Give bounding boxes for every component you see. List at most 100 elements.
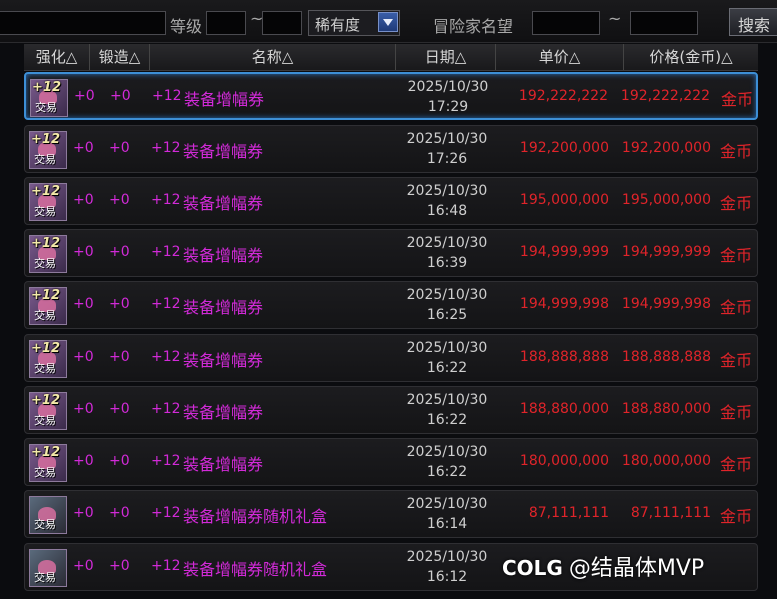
unit-price: 192,222,222 — [518, 88, 608, 104]
level-min-input[interactable] — [206, 11, 246, 35]
table-row[interactable]: +12 交易 +0 +0 +12 装备增幅券 2025/10/30 16:22 … — [24, 334, 758, 382]
time-text: 16:22 — [426, 464, 468, 480]
item-name: 装备增幅券 — [183, 142, 264, 161]
amplify-ticket-icon: +12 交易 — [29, 444, 67, 482]
item-name: 装备增幅券随机礼盒 — [183, 507, 328, 526]
item-name: 装备增幅券 — [184, 90, 265, 109]
icon-trade-label: 交易 — [34, 571, 56, 584]
unit-price: 194,999,998 — [519, 296, 609, 312]
reinforce-value: +0 — [73, 192, 94, 208]
amplify-value: +12 — [151, 453, 181, 469]
table-row[interactable]: +12 交易 +0 +0 +12 装备增幅券 2025/10/30 16:25 … — [24, 281, 758, 329]
forge-value: +0 — [109, 244, 130, 260]
icon-trade-label: 交易 — [34, 257, 56, 270]
unit-price: 195,000,000 — [519, 192, 609, 208]
time-text: 16:12 — [426, 569, 468, 585]
date-text: 2025/10/30 — [406, 287, 488, 303]
gold-currency-label: 金币 — [721, 90, 754, 109]
item-name: 装备增幅券 — [183, 455, 264, 474]
amplify-value: +12 — [151, 192, 181, 208]
listing-date: 2025/10/30 16:22 — [397, 442, 497, 482]
fame-max-input[interactable] — [630, 11, 698, 35]
icon-badge: +12 — [31, 288, 60, 303]
table-row[interactable]: +12 交易 +0 +0 +12 装备增幅券 2025/10/30 16:39 … — [24, 229, 758, 277]
time-text: 16:22 — [426, 412, 468, 428]
total-price: 180,000,000 — [621, 453, 711, 469]
date-text: 2025/10/30 — [407, 79, 489, 95]
table-row[interactable]: +12 交易 +0 +0 +12 装备增幅券 2025/10/30 17:29 … — [24, 72, 758, 120]
date-text: 2025/10/30 — [406, 183, 488, 199]
icon-badge: +12 — [31, 132, 60, 147]
reinforce-value: +0 — [73, 244, 94, 260]
column-unit-price[interactable]: 单价△ — [496, 44, 624, 70]
amplify-value: +12 — [151, 244, 181, 260]
fame-min-input[interactable] — [532, 11, 600, 35]
item-name: 装备增幅券 — [183, 351, 264, 370]
table-row[interactable]: +12 交易 +0 +0 +12 装备增幅券 2025/10/30 16:48 … — [24, 177, 758, 225]
level-max-input[interactable] — [262, 11, 302, 35]
column-name[interactable]: 名称△ — [150, 44, 396, 70]
date-text: 2025/10/30 — [406, 549, 488, 565]
forge-value: +0 — [109, 296, 130, 312]
date-text: 2025/10/30 — [406, 235, 488, 251]
watermark-logo: COLG — [502, 556, 563, 580]
amplify-value: +12 — [151, 505, 181, 521]
time-text: 16:25 — [426, 307, 468, 323]
column-reinforce[interactable]: 强化△ — [24, 44, 90, 70]
search-button[interactable]: 搜索 — [729, 8, 777, 36]
icon-badge: +12 — [31, 184, 60, 199]
time-text: 16:48 — [426, 203, 468, 219]
forge-value: +0 — [109, 453, 130, 469]
amplify-value: +12 — [151, 296, 181, 312]
forge-value: +0 — [109, 349, 130, 365]
amplify-value: +12 — [151, 140, 181, 156]
gold-currency-label: 金币 — [720, 455, 753, 474]
watermark: COLG @结晶体MVP — [502, 550, 704, 582]
icon-trade-label: 交易 — [34, 466, 56, 479]
forge-value: +0 — [109, 505, 130, 521]
chevron-down-icon[interactable] — [378, 12, 398, 32]
listing-date: 2025/10/30 16:39 — [397, 233, 497, 273]
item-name-input[interactable] — [0, 11, 166, 35]
item-name: 装备增幅券 — [183, 298, 264, 317]
listing-date: 2025/10/30 17:26 — [397, 129, 497, 169]
watermark-text: @结晶体MVP — [568, 556, 705, 581]
amplify-value: +12 — [151, 349, 181, 365]
gold-currency-label: 金币 — [720, 403, 753, 422]
fame-tilde: ~ — [608, 9, 622, 28]
icon-badge: +12 — [31, 445, 60, 460]
date-text: 2025/10/30 — [406, 131, 488, 147]
table-row[interactable]: 交易 +0 +0 +12 装备增幅券随机礼盒 2025/10/30 16:14 … — [24, 490, 758, 538]
listing-date: 2025/10/30 16:12 — [397, 547, 497, 587]
reinforce-value: +0 — [74, 88, 95, 104]
amplify-ticket-icon: +12 交易 — [30, 79, 68, 117]
rarity-select-label: 稀有度 — [315, 16, 361, 34]
level-label: 等级 — [170, 17, 203, 36]
icon-trade-label: 交易 — [34, 414, 56, 427]
icon-badge: +12 — [31, 341, 60, 356]
filter-bar: 等级 ~ 稀有度 冒险家名望 ~ 搜索 — [0, 0, 777, 43]
table-row[interactable]: +12 交易 +0 +0 +12 装备增幅券 2025/10/30 17:26 … — [24, 125, 758, 173]
forge-value: +0 — [109, 558, 130, 574]
icon-badge: +12 — [31, 236, 60, 251]
table-row[interactable]: +12 交易 +0 +0 +12 装备增幅券 2025/10/30 16:22 … — [24, 438, 758, 486]
date-text: 2025/10/30 — [406, 444, 488, 460]
time-text: 16:22 — [426, 360, 468, 376]
reinforce-value: +0 — [73, 453, 94, 469]
table-header: 强化△ 锻造△ 名称△ 日期△ 单价△ 价格(金币)△ — [24, 44, 758, 71]
item-name: 装备增幅券随机礼盒 — [183, 560, 328, 579]
column-price-gold[interactable]: 价格(金币)△ — [624, 44, 758, 70]
column-forge[interactable]: 锻造△ — [90, 44, 150, 70]
total-price: 87,111,111 — [630, 505, 711, 521]
gold-currency-label: 金币 — [720, 298, 753, 317]
listing-date: 2025/10/30 16:22 — [397, 338, 497, 378]
column-date[interactable]: 日期△ — [396, 44, 496, 70]
total-price: 188,888,888 — [621, 349, 711, 365]
rarity-select[interactable]: 稀有度 — [308, 10, 400, 36]
listing-date: 2025/10/30 16:22 — [397, 390, 497, 430]
table-row[interactable]: +12 交易 +0 +0 +12 装备增幅券 2025/10/30 16:22 … — [24, 386, 758, 434]
reinforce-value: +0 — [73, 401, 94, 417]
item-name: 装备增幅券 — [183, 194, 264, 213]
total-price: 188,880,000 — [621, 401, 711, 417]
listing-date: 2025/10/30 17:29 — [398, 77, 498, 117]
